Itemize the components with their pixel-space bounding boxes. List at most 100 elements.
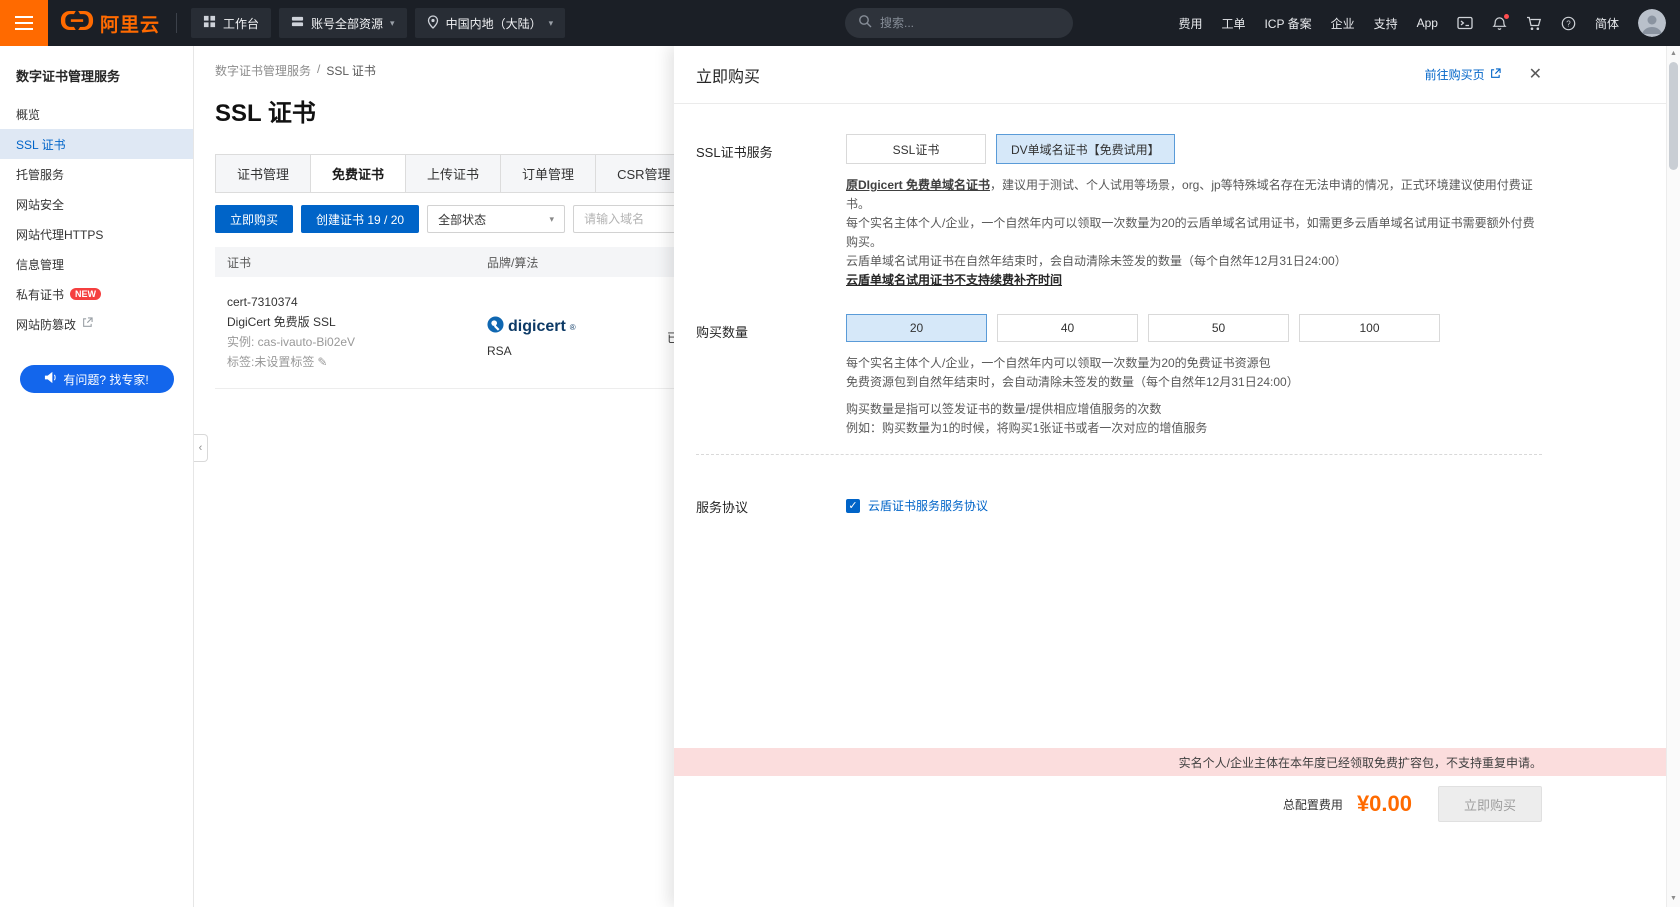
aliyun-logo-icon xyxy=(60,10,94,36)
vertical-scrollbar[interactable]: ▲ ▼ xyxy=(1666,46,1680,907)
agreement-link[interactable]: 云盾证书服务服务协议 xyxy=(868,497,988,514)
column-header-brand: 品牌/算法 xyxy=(487,254,667,271)
sidebar-item-web-security[interactable]: 网站安全 xyxy=(0,189,193,219)
sidebar-title: 数字证书管理服务 xyxy=(0,46,193,99)
search-input[interactable] xyxy=(880,16,1050,30)
tab-order-management[interactable]: 订单管理 xyxy=(500,154,596,193)
cart-icon[interactable] xyxy=(1526,16,1542,31)
drawer-header: 立即购买 前往购买页 ✕ xyxy=(674,46,1680,104)
tab-free-cert[interactable]: 免费证书 xyxy=(310,154,406,193)
sidebar-item-label: 托管服务 xyxy=(16,166,64,183)
quantity-option-40[interactable]: 40 xyxy=(997,314,1138,342)
breadcrumb-separator: / xyxy=(317,62,320,79)
sidebar-item-anti-tamper[interactable]: 网站防篡改 xyxy=(0,309,193,339)
brand-name: digicert xyxy=(508,318,566,336)
tab-upload-cert[interactable]: 上传证书 xyxy=(405,154,501,193)
sidebar-item-label: 网站代理HTTPS xyxy=(16,226,103,243)
option-ssl-cert[interactable]: SSL证书 xyxy=(846,134,986,164)
scrollbar-thumb[interactable] xyxy=(1669,62,1678,170)
aliyun-logo-text: 阿里云 xyxy=(100,10,160,37)
sidebar-item-hosting[interactable]: 托管服务 xyxy=(0,159,193,189)
quantity-option-50[interactable]: 50 xyxy=(1148,314,1289,342)
topbar-link-app[interactable]: App xyxy=(1417,16,1438,30)
megaphone-icon xyxy=(44,371,57,387)
service-label: SSL证书服务 xyxy=(696,134,846,290)
topbar-link-icp[interactable]: ICP 备案 xyxy=(1264,15,1311,32)
ask-expert-button[interactable]: 有问题? 找专家! xyxy=(20,365,174,393)
cert-tag: 标签:未设置标签✎ xyxy=(227,352,487,372)
cert-tag-label: 标签:未设置标签 xyxy=(227,355,314,369)
tab-cert-management[interactable]: 证书管理 xyxy=(215,154,311,193)
console-terminal-icon[interactable] xyxy=(1457,16,1473,30)
close-icon[interactable]: ✕ xyxy=(1529,67,1542,83)
digicert-logo-icon xyxy=(487,316,504,338)
quota-notice-banner: 实名个人/企业主体在本年度已经领取免费扩容包，不支持重复申请。 xyxy=(674,748,1680,776)
region-label: 中国内地（大陆） xyxy=(446,15,542,32)
new-badge: NEW xyxy=(70,288,101,300)
quantity-option-100[interactable]: 100 xyxy=(1299,314,1440,342)
service-desc-bold: 云盾单域名试用证书不支持续费补齐时间 xyxy=(846,273,1062,287)
digicert-logo: digicert ® xyxy=(487,316,667,338)
language-switcher[interactable]: 简体 xyxy=(1595,15,1619,32)
agreement-checkbox[interactable]: ✓ xyxy=(846,499,860,513)
service-desc-line2: 每个实名主体个人/企业，一个自然年内可以领取一次数量为20的云盾单域名试用证书，… xyxy=(846,214,1542,252)
edit-tag-icon[interactable]: ✎ xyxy=(317,355,327,369)
region-dropdown[interactable]: 中国内地（大陆） ▾ xyxy=(415,8,566,38)
external-link-icon xyxy=(82,317,93,331)
quantity-description: 每个实名主体个人/企业，一个自然年内可以领取一次数量为20的免费证书资源包 免费… xyxy=(846,354,1542,392)
drawer-title: 立即购买 xyxy=(696,63,1425,87)
sidebar-collapse-handle[interactable]: ‹ xyxy=(194,434,208,462)
search-icon xyxy=(858,14,872,33)
topbar-link-support[interactable]: 支持 xyxy=(1374,15,1398,32)
agreement-label: 服务协议 xyxy=(696,489,846,516)
goto-purchase-page-label: 前往购买页 xyxy=(1425,66,1485,83)
scroll-down-arrow[interactable]: ▼ xyxy=(1667,892,1680,906)
location-pin-icon xyxy=(427,15,439,32)
quantity-options: 20 40 50 100 xyxy=(846,314,1542,342)
option-dv-free-cert[interactable]: DV单域名证书【免费试用】 xyxy=(996,134,1175,164)
topbar-link-enterprise[interactable]: 企业 xyxy=(1331,15,1355,32)
chevron-down-icon: ▾ xyxy=(390,18,395,29)
help-icon[interactable]: ? xyxy=(1561,16,1576,31)
sidebar-item-https-proxy[interactable]: 网站代理HTTPS xyxy=(0,219,193,249)
resource-dropdown[interactable]: 账号全部资源 ▾ xyxy=(279,8,407,38)
resource-label: 账号全部资源 xyxy=(311,15,383,32)
workbench-button[interactable]: 工作台 xyxy=(191,8,271,38)
sidebar-item-info-management[interactable]: 信息管理 xyxy=(0,249,193,279)
digicert-free-cert-link[interactable]: 原DIgicert 免费单域名证书 xyxy=(846,178,990,192)
sidebar-item-private-cert[interactable]: 私有证书 NEW xyxy=(0,279,193,309)
goto-purchase-page-link[interactable]: 前往购买页 xyxy=(1425,66,1501,83)
chevron-down-icon: ▾ xyxy=(549,18,554,29)
sidebar-item-overview[interactable]: 概览 xyxy=(0,99,193,129)
dashed-divider xyxy=(696,454,1542,455)
workbench-grid-icon xyxy=(203,15,216,31)
quantity-option-20[interactable]: 20 xyxy=(846,314,987,342)
sidebar-item-label: 私有证书 xyxy=(16,286,64,303)
scroll-up-arrow[interactable]: ▲ xyxy=(1667,47,1680,61)
sidebar: 数字证书管理服务 概览 SSL 证书 托管服务 网站安全 网站代理HTTPS 信… xyxy=(0,46,194,907)
topbar: 阿里云 工作台 账号全部资源 ▾ 中国内地（大陆） ▾ 费用 工单 ICP 备案… xyxy=(0,0,1680,46)
avatar[interactable] xyxy=(1638,9,1666,37)
status-filter-value: 全部状态 xyxy=(438,211,486,228)
topbar-link-billing[interactable]: 费用 xyxy=(1178,15,1202,32)
cert-instance: 实例: cas-ivauto-Bi02eV xyxy=(227,332,487,352)
sidebar-item-label: 网站防篡改 xyxy=(16,316,76,333)
breadcrumb-current: SSL 证书 xyxy=(326,62,376,79)
notification-bell-icon[interactable] xyxy=(1492,16,1507,31)
aliyun-logo[interactable]: 阿里云 xyxy=(60,10,160,37)
quantity-label: 购买数量 xyxy=(696,314,846,438)
status-filter-select[interactable]: 全部状态 ▾ xyxy=(427,205,565,233)
breadcrumb-root[interactable]: 数字证书管理服务 xyxy=(215,62,311,79)
external-link-icon xyxy=(1490,68,1501,82)
drawer-buy-now-button[interactable]: 立即购买 xyxy=(1438,786,1542,822)
cert-algorithm: RSA xyxy=(487,344,667,358)
menu-toggle-button[interactable] xyxy=(0,0,48,46)
quantity-desc-2: 免费资源包到自然年结束时，会自动清除未签发的数量（每个自然年12月31日24:0… xyxy=(846,373,1542,392)
chevron-down-icon: ▾ xyxy=(550,214,555,225)
global-search[interactable] xyxy=(845,8,1073,38)
topbar-link-ticket[interactable]: 工单 xyxy=(1221,15,1245,32)
sidebar-item-ssl-cert[interactable]: SSL 证书 xyxy=(0,129,193,159)
create-cert-button[interactable]: 创建证书 19 / 20 xyxy=(301,205,419,233)
registered-mark: ® xyxy=(570,323,576,332)
buy-now-button[interactable]: 立即购买 xyxy=(215,205,293,233)
